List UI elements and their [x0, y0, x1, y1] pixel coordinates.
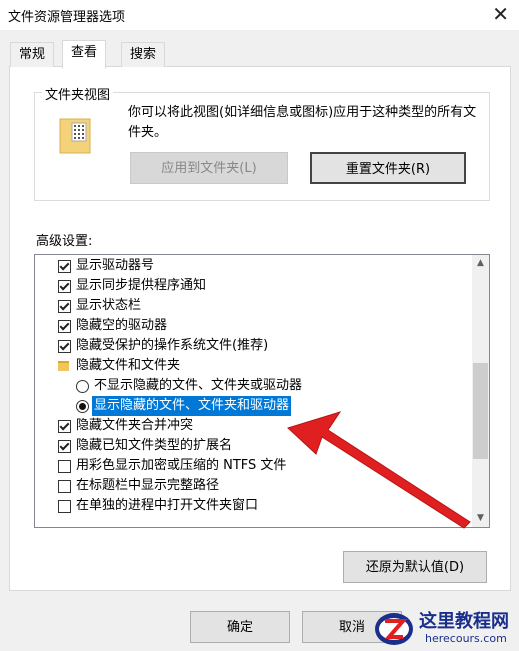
reset-folders-button[interactable]: 重置文件夹(R): [310, 152, 466, 184]
restore-defaults-button[interactable]: 还原为默认值(D): [343, 551, 487, 583]
checkbox[interactable]: [58, 260, 71, 273]
checkbox[interactable]: [58, 440, 71, 453]
checkbox[interactable]: [58, 300, 71, 313]
ok-button[interactable]: 确定: [190, 611, 290, 643]
checkbox[interactable]: [58, 480, 71, 493]
advanced-settings-label: 高级设置:: [36, 234, 93, 249]
tab-general[interactable]: 常规: [10, 42, 55, 67]
watermark-url: herecours.com: [425, 632, 507, 645]
checkbox[interactable]: [58, 420, 71, 433]
folder-view-description: 你可以将此视图(如详细信息或图标)应用于这种类型的所有文件夹。: [128, 105, 477, 140]
folder-icon: [58, 361, 69, 371]
folder-view-icon: [59, 118, 91, 154]
checkbox[interactable]: [58, 280, 71, 293]
scroll-up-arrow-icon[interactable]: ▲: [472, 255, 489, 272]
tab-search[interactable]: 搜索: [121, 42, 166, 67]
watermark: 这里教程网 herecours.com: [373, 605, 519, 651]
title-bar: 文件资源管理器选项 ✕: [0, 0, 519, 30]
folder-view-label: 文件夹视图: [42, 84, 114, 103]
watermark-title: 这里教程网: [419, 611, 509, 632]
watermark-logo-icon: [375, 613, 413, 645]
checkbox[interactable]: [58, 460, 71, 473]
radio-button[interactable]: [76, 400, 89, 413]
checkbox[interactable]: [58, 340, 71, 353]
checkbox[interactable]: [58, 500, 71, 513]
radio-button[interactable]: [76, 380, 89, 393]
close-icon[interactable]: ✕: [492, 2, 509, 26]
tab-view[interactable]: 查看: [62, 40, 107, 69]
apply-to-folders-button: 应用到文件夹(L): [130, 152, 288, 184]
window-title: 文件资源管理器选项: [8, 10, 126, 25]
red-arrow-annotation: [287, 411, 471, 529]
checkbox[interactable]: [58, 320, 71, 333]
